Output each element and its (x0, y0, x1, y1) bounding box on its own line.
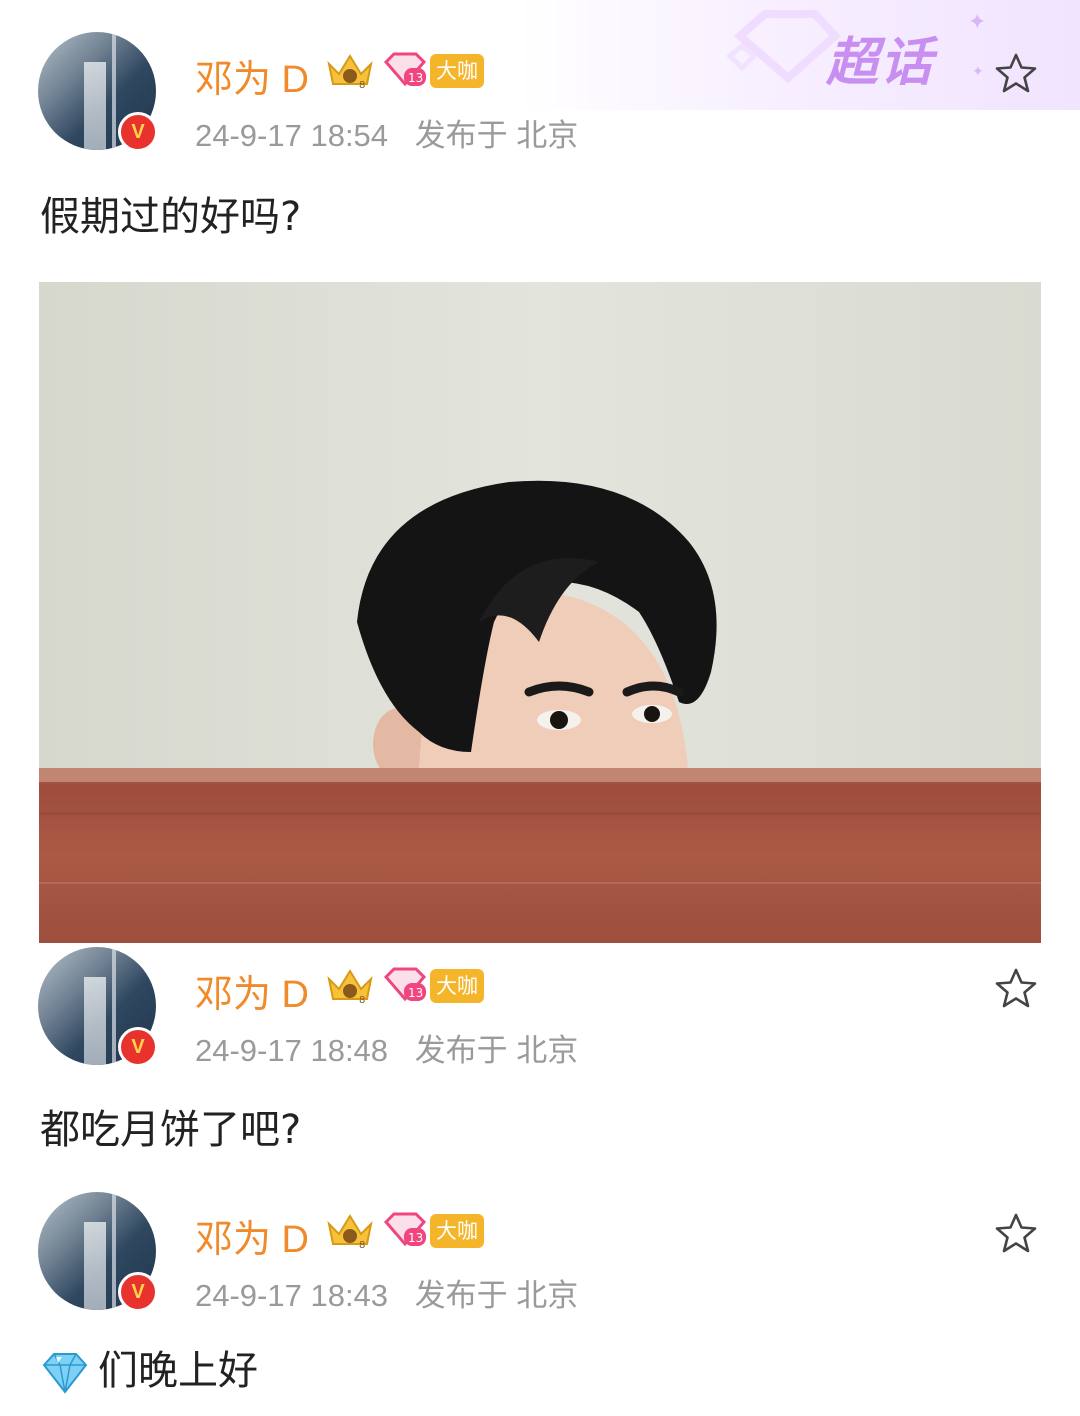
crown-icon: 8 (327, 54, 373, 90)
verified-v-icon: V (118, 1027, 158, 1067)
timestamp: 24-9-17 18:54 (195, 118, 389, 153)
location: 发布于 北京 (414, 118, 579, 153)
crown-level: 8 (359, 1240, 365, 1250)
gem-icon: 13 (383, 967, 427, 1002)
post-text-row: 们晚上好 (40, 1338, 258, 1396)
post-meta: 24-9-17 18:54 发布于 北京 (195, 110, 578, 155)
post-photo[interactable] (39, 282, 1041, 943)
post-text: 假期过的好吗? (40, 194, 302, 240)
post-meta: 24-9-17 18:43 发布于 北京 (195, 1270, 578, 1315)
verified-v-icon: V (118, 112, 158, 152)
daka-badge: 大咖 (430, 969, 484, 1003)
author-name[interactable]: 邓为 D (195, 1208, 309, 1263)
crown-level: 8 (359, 80, 365, 90)
supertopic-diamond-decoration (726, 10, 840, 84)
gem-level: 13 (408, 1231, 423, 1245)
crown-icon: 8 (327, 1214, 373, 1250)
star-outline-icon[interactable] (992, 1210, 1040, 1258)
star-outline-icon[interactable] (992, 965, 1040, 1013)
daka-badge: 大咖 (430, 54, 484, 88)
gem-icon: 13 (383, 1212, 427, 1247)
author-name[interactable]: 邓为 D (195, 48, 309, 103)
sparkle-icon: ✦ (968, 10, 987, 35)
author-name[interactable]: 邓为 D (195, 963, 309, 1018)
post-text: 们晚上好 (98, 1348, 258, 1394)
crown-level: 8 (359, 995, 365, 1005)
gem-level: 13 (408, 986, 423, 1000)
daka-badge: 大咖 (430, 1214, 484, 1248)
supertopic-label[interactable]: 超话 (826, 20, 934, 95)
timestamp: 24-9-17 18:43 (195, 1278, 389, 1313)
post-text: 都吃月饼了吧? (40, 1107, 302, 1153)
timestamp: 24-9-17 18:48 (195, 1033, 389, 1068)
portrait-image (39, 282, 1041, 943)
diamond-emoji-icon (42, 1353, 88, 1394)
location: 发布于 北京 (414, 1278, 579, 1313)
post-meta: 24-9-17 18:48 发布于 北京 (195, 1025, 578, 1070)
gem-icon: 13 (383, 52, 427, 87)
gem-level: 13 (408, 71, 423, 85)
sparkle-icon: ✦ (972, 64, 984, 80)
star-outline-icon[interactable] (992, 50, 1040, 98)
crown-icon: 8 (327, 969, 373, 1005)
location: 发布于 北京 (414, 1033, 579, 1068)
verified-v-icon: V (118, 1272, 158, 1312)
